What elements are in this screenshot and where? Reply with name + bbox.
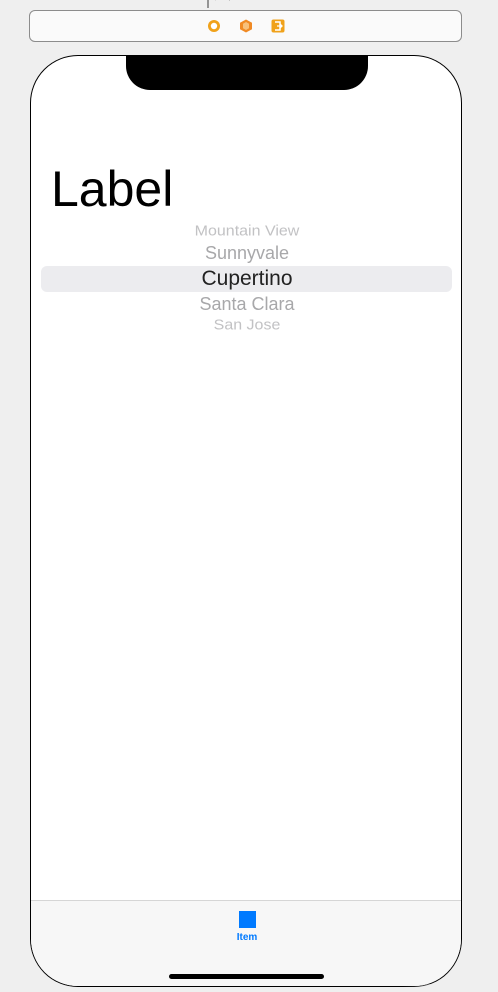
home-indicator (169, 974, 324, 979)
first-responder-icon[interactable] (238, 18, 254, 34)
iphone-device-frame: Label Mountain View Sunnyvale Cupertino … (30, 55, 462, 987)
tab-item-label: Item (236, 932, 258, 943)
device-notch (126, 56, 368, 90)
exit-icon[interactable] (270, 18, 286, 34)
title-label: Label (51, 161, 174, 217)
picker-item-cupertino[interactable]: Cupertino (31, 267, 461, 291)
picker-item-santa-clara[interactable]: Santa Clara (31, 294, 461, 315)
picker-item-san-jose[interactable]: San Jose (31, 318, 461, 335)
city-picker-view[interactable]: Mountain View Sunnyvale Cupertino Santa … (31, 220, 461, 335)
square-icon (238, 911, 256, 928)
picker-item-mountain-view[interactable]: Mountain View (31, 224, 461, 241)
picker-item-sunnyvale[interactable]: Sunnyvale (31, 243, 461, 264)
view-controller-icon[interactable] (206, 18, 222, 34)
scene-dock (29, 10, 462, 42)
tab-item[interactable]: Item (221, 911, 273, 951)
scene-connection-arrow (207, 0, 230, 8)
